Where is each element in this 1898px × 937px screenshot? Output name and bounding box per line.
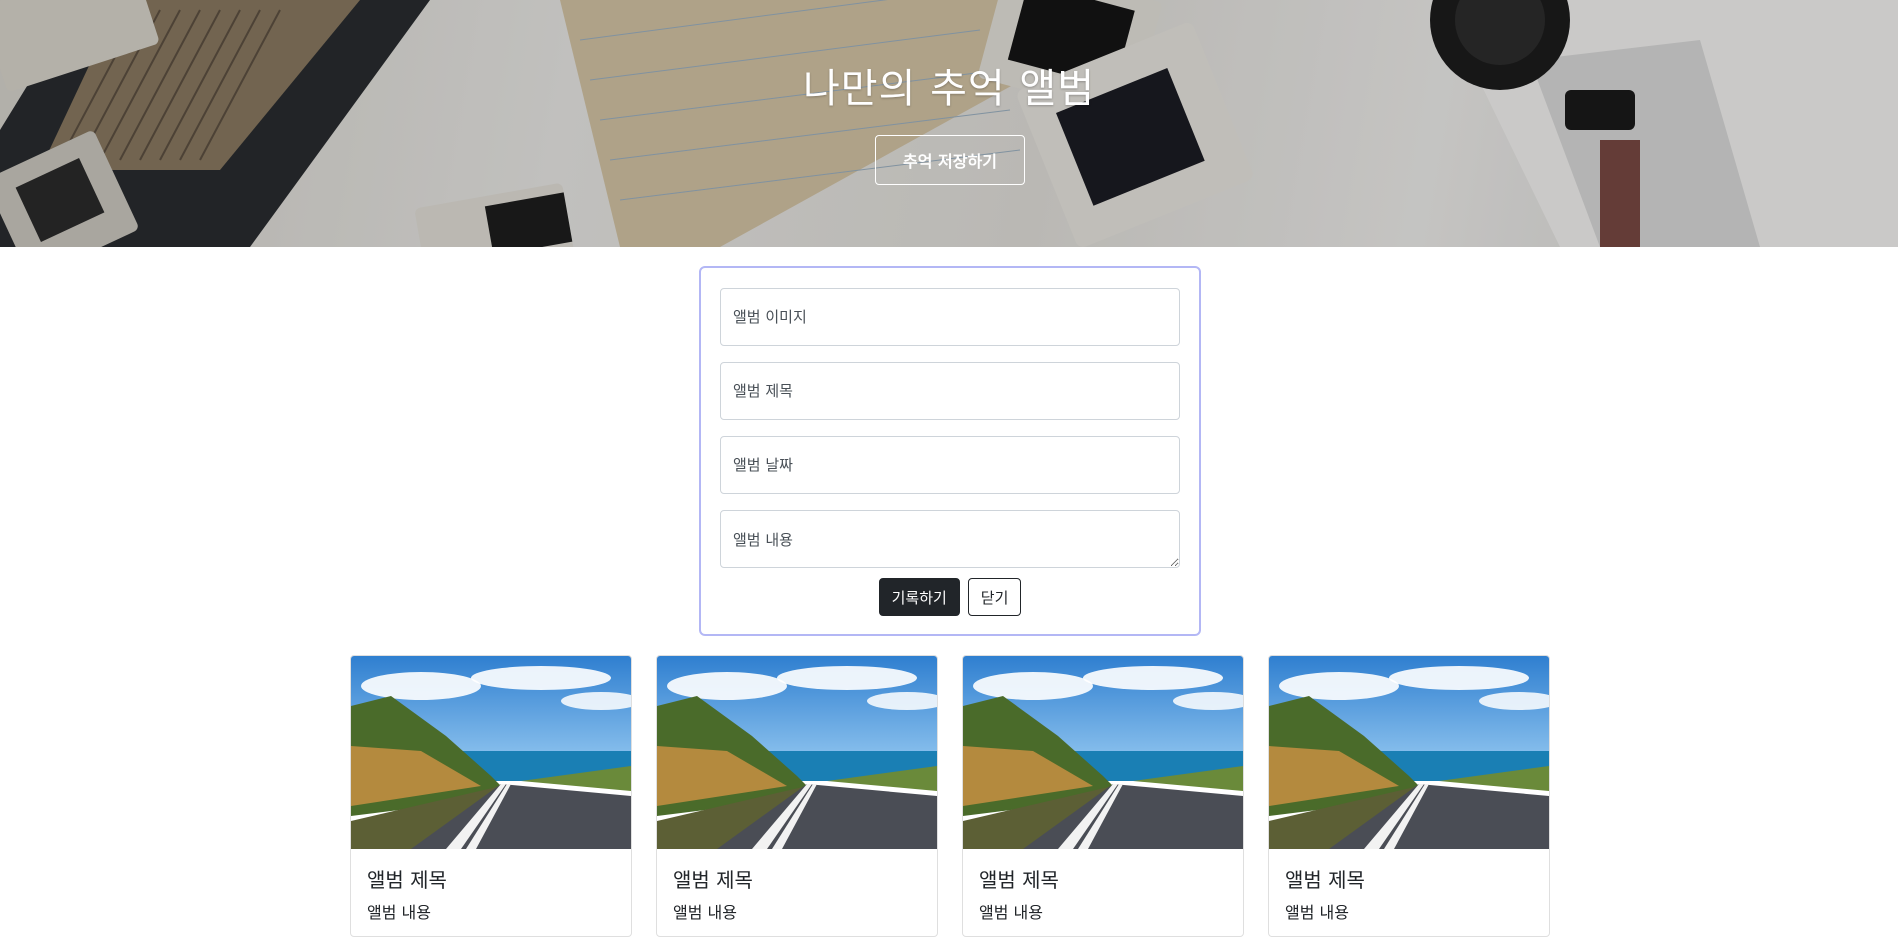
album-content-textarea[interactable]	[720, 510, 1180, 568]
album-card[interactable]: 앨범 제목 앨범 내용	[656, 655, 938, 937]
album-image-input[interactable]	[720, 288, 1180, 346]
album-card-image	[657, 656, 937, 849]
album-card-title: 앨범 제목	[673, 868, 753, 892]
album-card-title: 앨범 제목	[367, 868, 447, 892]
hero-title: 나만의 추억 앨범	[802, 66, 1096, 112]
album-card-text: 앨범 내용	[1285, 903, 1349, 922]
album-card-image	[351, 656, 631, 849]
album-card-list: 앨범 제목 앨범 내용 앨범 제목 앨범 내용 앨범 제목 앨범 내용 앨범 제…	[350, 655, 1550, 937]
hero-overlay	[0, 0, 1898, 247]
album-card[interactable]: 앨범 제목 앨범 내용	[1268, 655, 1550, 937]
album-form: 기록하기닫기	[699, 266, 1201, 636]
album-card[interactable]: 앨범 제목 앨범 내용	[962, 655, 1244, 937]
album-card[interactable]: 앨범 제목 앨범 내용	[350, 655, 632, 937]
album-card-image	[1269, 656, 1549, 849]
album-card-title: 앨범 제목	[1285, 868, 1365, 892]
album-card-image	[963, 656, 1243, 849]
album-date-input[interactable]	[720, 436, 1180, 494]
hero-banner: 나만의 추억 앨범 추억 저장하기	[0, 0, 1898, 247]
album-card-text: 앨범 내용	[673, 903, 737, 922]
close-button[interactable]: 닫기	[967, 578, 1022, 616]
record-button[interactable]: 기록하기	[878, 578, 960, 616]
album-card-text: 앨범 내용	[367, 903, 431, 922]
save-memory-button[interactable]: 추억 저장하기	[875, 135, 1025, 185]
form-button-row: 기록하기 닫기	[701, 578, 1199, 616]
album-card-text: 앨범 내용	[979, 903, 1043, 922]
album-card-title: 앨범 제목	[979, 868, 1059, 892]
album-title-input[interactable]	[720, 362, 1180, 420]
